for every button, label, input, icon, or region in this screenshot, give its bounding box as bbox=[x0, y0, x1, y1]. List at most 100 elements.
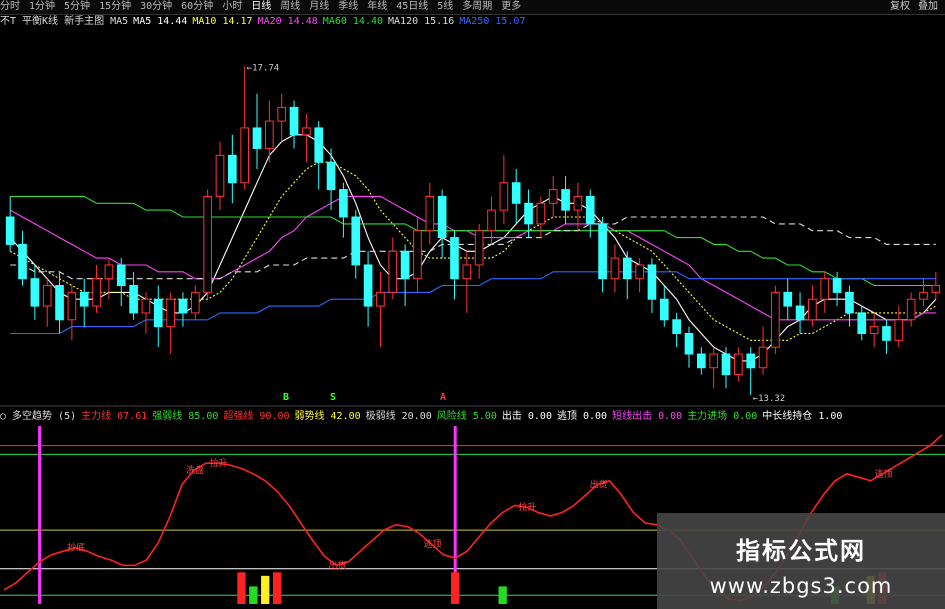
ma-line-ma60 bbox=[10, 195, 936, 287]
candle-body bbox=[265, 120, 274, 149]
candle-body bbox=[832, 278, 842, 293]
candle-body bbox=[474, 230, 484, 266]
candle-body bbox=[55, 285, 64, 321]
indicator-annotation-4: 逃顶 bbox=[423, 538, 441, 550]
red-signal-bar bbox=[272, 572, 282, 604]
candle-body bbox=[462, 264, 472, 280]
candle-body bbox=[635, 264, 644, 280]
candle-body bbox=[894, 319, 904, 341]
candle-body bbox=[499, 182, 509, 211]
candle-body bbox=[746, 353, 756, 369]
candle-body bbox=[92, 278, 101, 307]
candle-body bbox=[598, 223, 607, 280]
candle-body bbox=[215, 154, 225, 197]
candle-body bbox=[610, 257, 620, 280]
candle-body bbox=[129, 285, 138, 314]
signal-mark-2: A bbox=[440, 392, 446, 403]
candle-body bbox=[450, 237, 459, 280]
high-price-label: ←17.74 bbox=[247, 63, 280, 73]
candle-body bbox=[659, 298, 669, 321]
candle-body bbox=[166, 298, 175, 328]
candle-body bbox=[845, 291, 854, 314]
indicator-annotation-5: 拉升 bbox=[518, 501, 536, 513]
low-price-label: ←13.32 bbox=[753, 394, 786, 404]
candle-body bbox=[536, 202, 546, 225]
candle-body bbox=[721, 353, 731, 376]
candle-body bbox=[314, 127, 324, 163]
indicator-annotation-1: 洗盘 bbox=[186, 464, 204, 476]
candle-body bbox=[734, 353, 743, 376]
candle-body bbox=[67, 291, 77, 321]
candle-body bbox=[104, 264, 114, 280]
candle-body bbox=[511, 182, 521, 204]
candle-body bbox=[919, 291, 928, 300]
candle-body bbox=[931, 285, 941, 293]
candle-body bbox=[190, 291, 200, 314]
ma-line-ma120 bbox=[10, 216, 936, 280]
candle-body bbox=[437, 195, 447, 239]
candle-body bbox=[684, 332, 694, 355]
candle-body bbox=[857, 312, 867, 334]
indicator-annotation-2: 拉升 bbox=[210, 457, 228, 469]
candle-body bbox=[376, 291, 385, 307]
signal-mark-1: S bbox=[330, 392, 336, 403]
watermark-url: www.zbgs3.com bbox=[709, 574, 893, 598]
candle-body bbox=[400, 250, 410, 280]
candle-body bbox=[326, 161, 336, 191]
candle-body bbox=[153, 298, 163, 328]
candle-body bbox=[573, 195, 583, 211]
candle-body bbox=[672, 319, 681, 334]
candle-body bbox=[758, 346, 768, 369]
indicator-annotation-7: 逃顶 bbox=[875, 468, 893, 480]
candle-body bbox=[771, 291, 780, 348]
indicator-annotation-3: 出货 bbox=[328, 559, 346, 571]
candle-body bbox=[783, 291, 793, 307]
watermark: 指标公式网 www.zbgs3.com bbox=[657, 513, 945, 609]
candle-body bbox=[425, 195, 435, 232]
candle-body bbox=[252, 127, 262, 149]
candle-body bbox=[709, 353, 718, 369]
candle-body bbox=[561, 189, 570, 211]
candlestick-chart: ←17.74 ←13.32 B S A bbox=[0, 63, 945, 407]
candle-body bbox=[18, 243, 27, 280]
candle-body bbox=[647, 264, 657, 300]
pink-spike-bar bbox=[38, 426, 42, 604]
candle-body bbox=[351, 216, 361, 266]
candle-body bbox=[289, 106, 299, 136]
candle-body bbox=[141, 298, 151, 314]
candle-body bbox=[277, 106, 287, 122]
candle-body bbox=[42, 285, 52, 307]
candle-body bbox=[524, 202, 533, 225]
ma-line-ma5 bbox=[9, 134, 937, 362]
candle-body bbox=[906, 298, 916, 321]
candle-body bbox=[697, 353, 706, 369]
red-signal-bar bbox=[451, 572, 460, 604]
green-signal-bar bbox=[498, 586, 507, 604]
candle-body bbox=[178, 298, 188, 314]
watermark-title: 指标公式网 bbox=[736, 537, 866, 565]
red-signal-bar bbox=[237, 572, 246, 604]
candle-body bbox=[228, 154, 237, 184]
candle-body bbox=[116, 264, 126, 287]
candle-body bbox=[339, 189, 348, 218]
candle-body bbox=[869, 326, 879, 334]
candle-body bbox=[820, 278, 830, 300]
candle-body bbox=[548, 189, 558, 204]
indicator-annotation-6: 出货 bbox=[590, 478, 608, 490]
candle-body bbox=[882, 326, 891, 341]
candle-body bbox=[240, 127, 249, 184]
candle-body bbox=[302, 127, 311, 136]
candle-body bbox=[388, 250, 398, 293]
candle-body bbox=[363, 264, 373, 307]
indicator-annotation-0: 抄底 bbox=[67, 542, 85, 554]
candle-body bbox=[30, 278, 40, 307]
candle-body bbox=[5, 216, 15, 245]
green-signal-bar bbox=[249, 586, 258, 604]
candle-body bbox=[808, 298, 817, 321]
candle-body bbox=[203, 195, 212, 293]
yellow-signal-bar bbox=[261, 575, 270, 604]
candle-body bbox=[413, 230, 422, 280]
candle-body bbox=[585, 195, 595, 225]
candle-body bbox=[622, 257, 632, 280]
candle-body bbox=[79, 291, 89, 307]
